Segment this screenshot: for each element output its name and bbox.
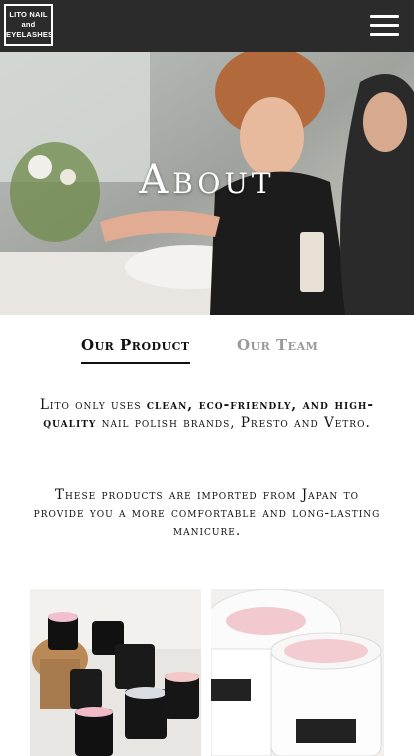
content-tabs: Our Product Our Team (0, 336, 414, 368)
hamburger-menu-icon[interactable] (370, 15, 400, 37)
tab-our-product[interactable]: Our Product (81, 336, 190, 364)
p1-text-c: nail polish brands, Presto and Vetro. (96, 415, 371, 431)
logo-line1: LITO NAIL (9, 10, 48, 19)
brand-logo[interactable]: LITO NAIL and EYELASHES (4, 4, 53, 46)
tab-our-team[interactable]: Our Team (237, 336, 318, 362)
logo-line3: EYELASHES (6, 30, 54, 39)
product-photo-vetro (211, 589, 384, 756)
page-title: About (139, 157, 275, 203)
logo-line2: and (21, 20, 36, 29)
top-navigation-bar: LITO NAIL and EYELASHES (0, 0, 414, 52)
hero-banner: About (0, 52, 414, 315)
product-description-1: Lito only uses clean, eco-friendly, and … (30, 396, 384, 432)
product-description-2: These products are imported from Japan t… (33, 487, 381, 539)
p1-text-a: Lito only uses (39, 397, 147, 413)
product-photo-presto (30, 589, 201, 756)
